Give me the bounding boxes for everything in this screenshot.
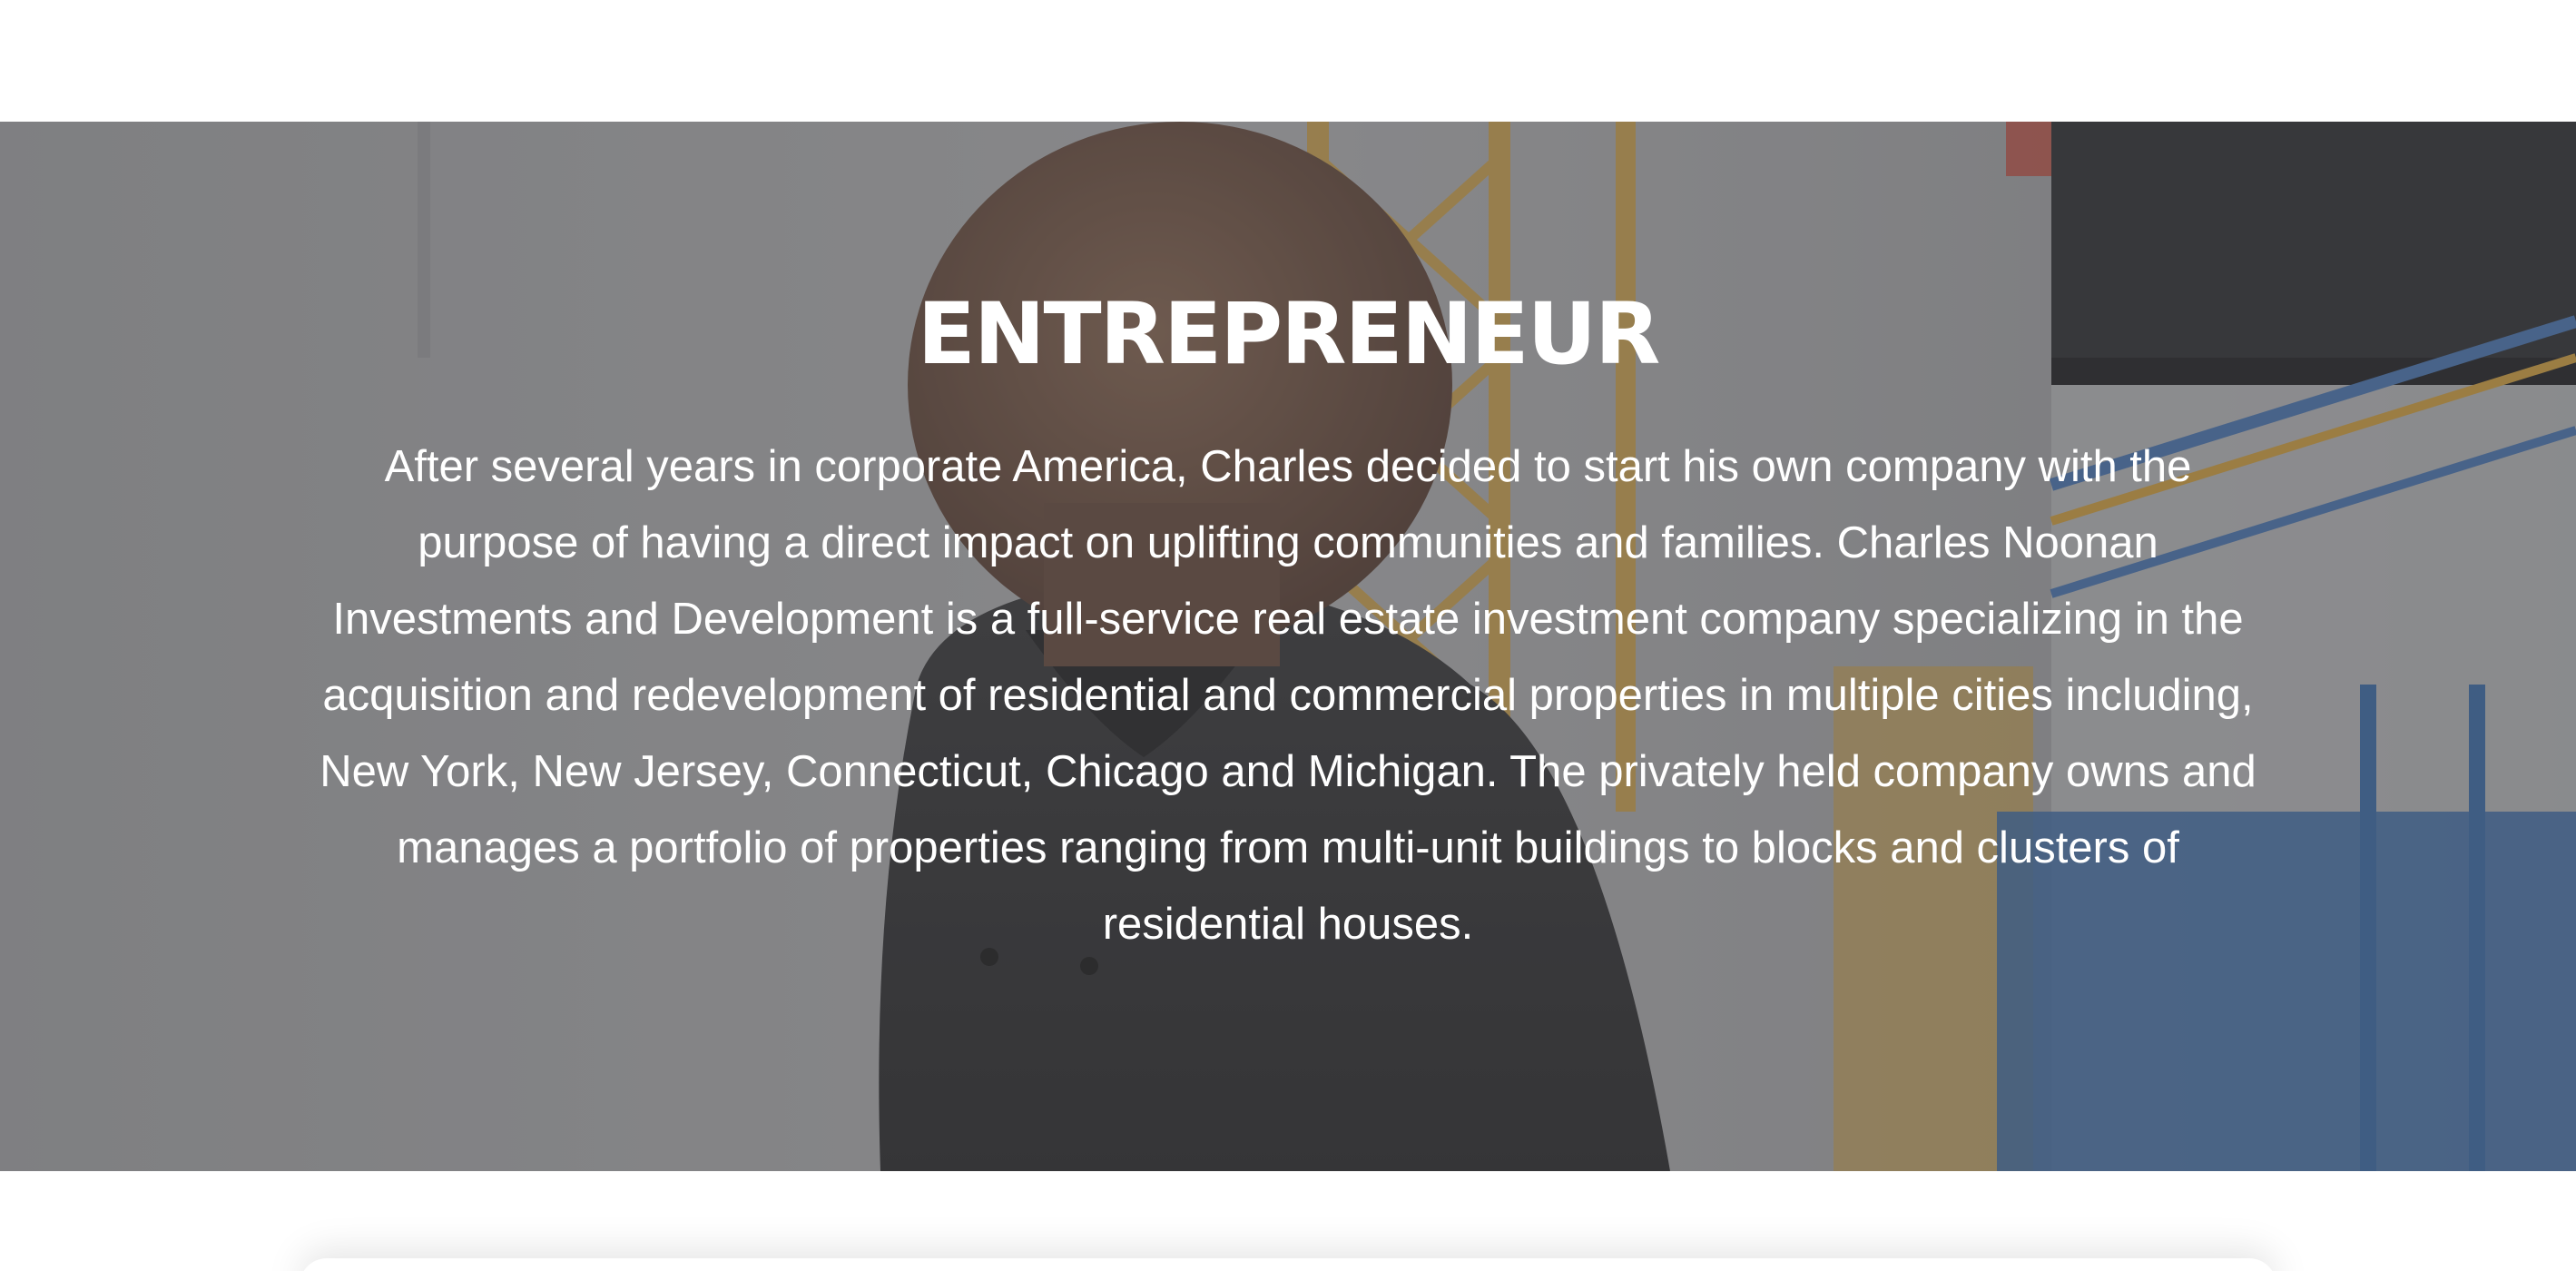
entrepreneur-hero-section: ENTREPRENEUR After several years in corp… (0, 122, 2576, 1171)
next-section-area (0, 1171, 2576, 1271)
top-navigation-area (0, 0, 2576, 122)
next-section-card (300, 1258, 2276, 1271)
hero-title: ENTREPRENEUR (917, 285, 1661, 384)
hero-content: ENTREPRENEUR After several years in corp… (309, 285, 2267, 962)
hero-description: After several years in corporate America… (320, 442, 2256, 949)
